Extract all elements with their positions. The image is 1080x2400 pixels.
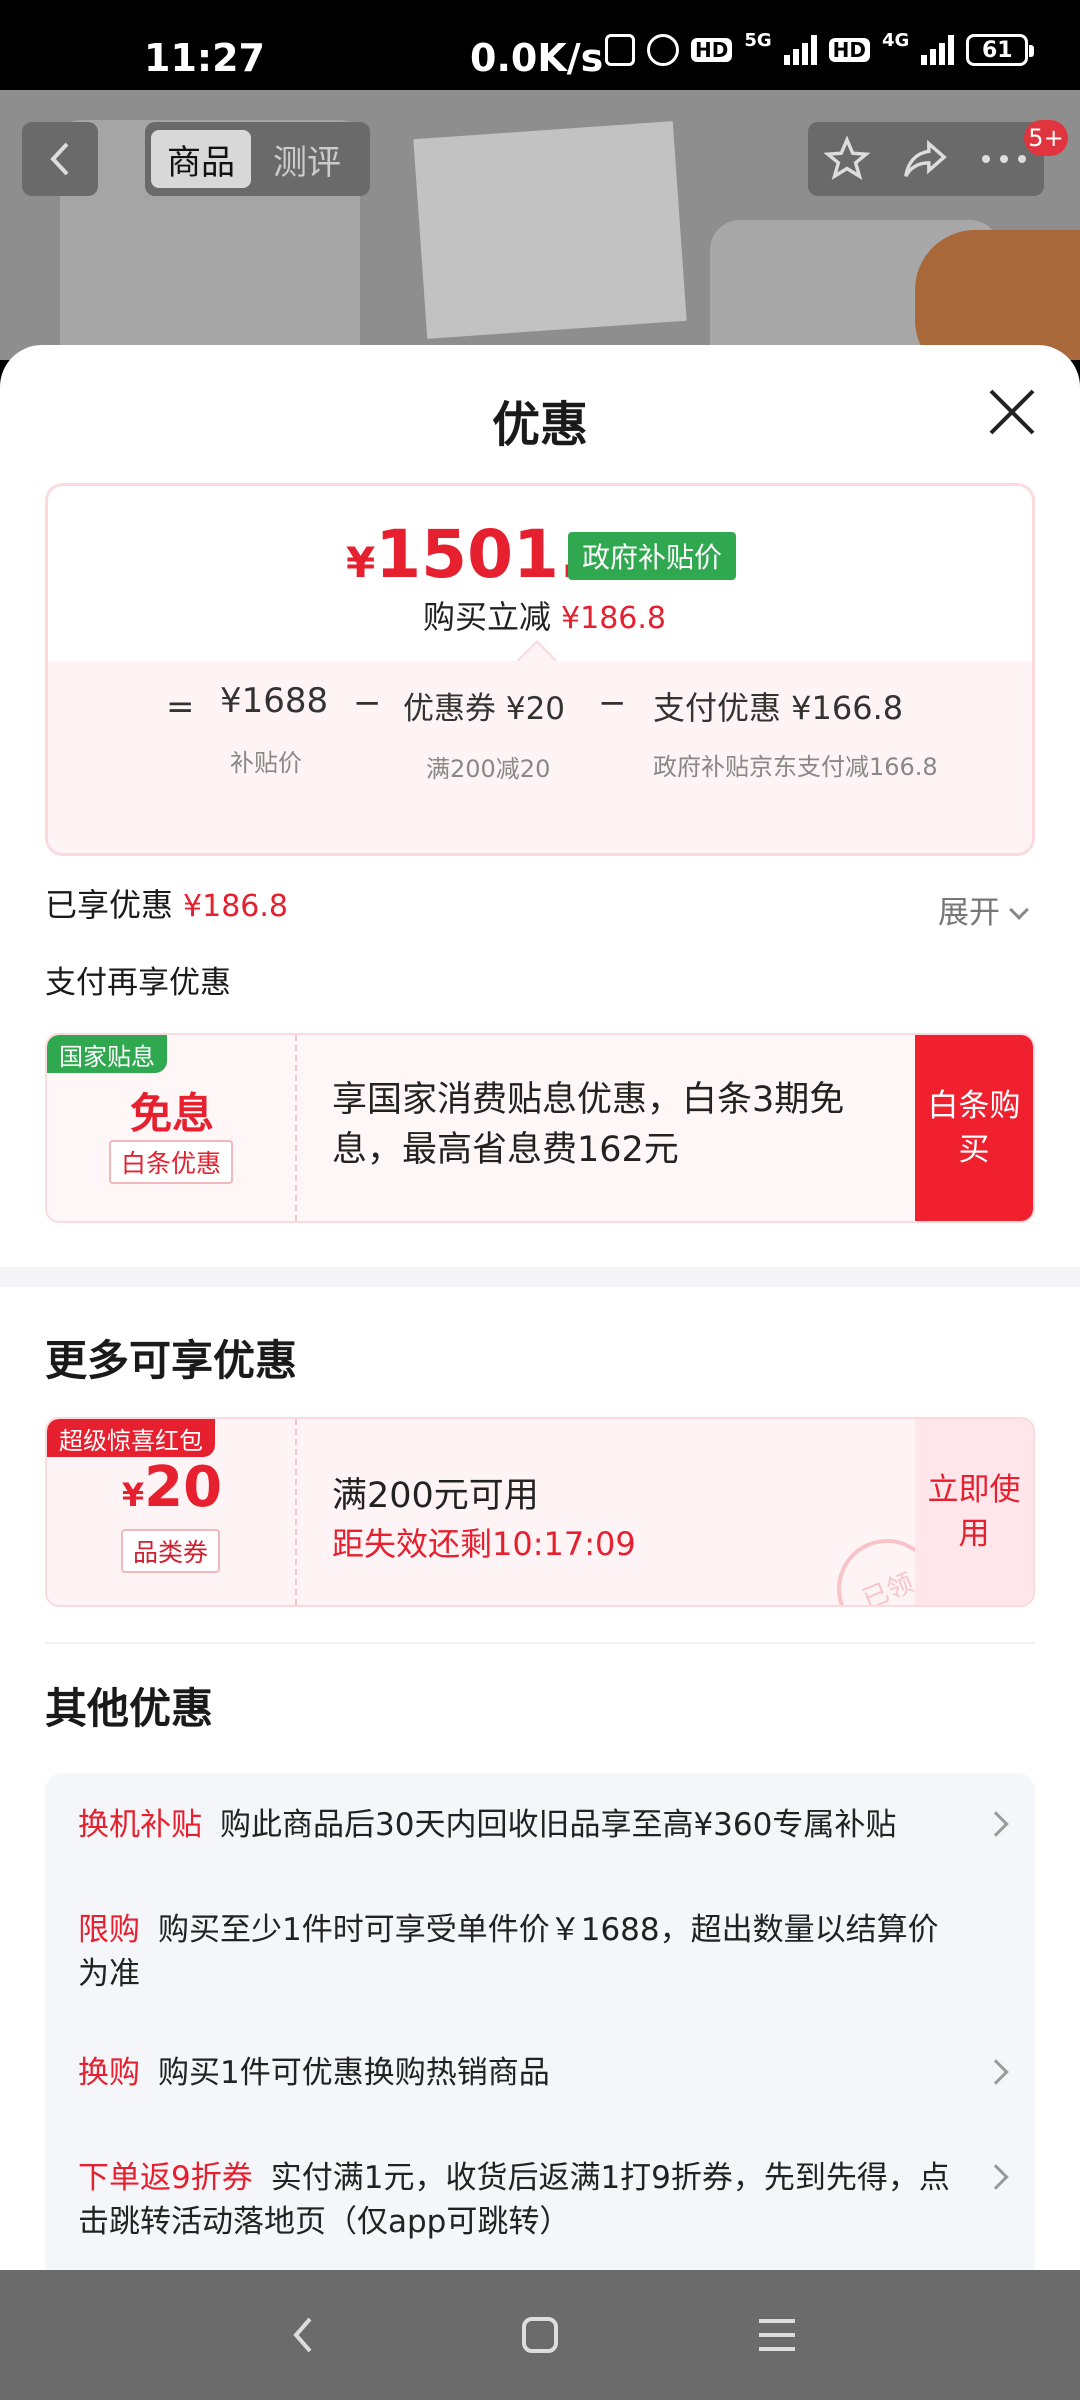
coupon-amount: ¥20 <box>47 1455 297 1520</box>
formula-subsidy-price: ¥1688 <box>220 681 329 721</box>
price-integer: 1501. <box>375 516 584 593</box>
national-subsidy-tag: 国家贴息 <box>47 1035 167 1073</box>
other-item-limit: 限购 购买至少1件时可享受单件价￥1688，超出数量以结算价为准 <box>78 1908 958 1996</box>
chevron-right-icon <box>983 2164 1009 2190</box>
alarm-icon <box>647 34 679 66</box>
red-packet-coupon: 超级惊喜红包 ¥20 品类券 满200元可用 距失效还剩10:17:09 已领 … <box>45 1417 1035 1607</box>
hd-icon: HD <box>691 38 733 62</box>
formula-op-minus-2: − <box>598 683 627 723</box>
saved-discount: 已享优惠 ¥186.8 <box>45 880 288 926</box>
star-icon[interactable] <box>823 136 870 182</box>
status-time: 11:27 <box>144 36 265 80</box>
nav-home-icon <box>522 2317 558 2353</box>
reduce-value: ¥186.8 <box>561 601 666 636</box>
nav-back-icon <box>293 2317 312 2353</box>
coupon-yen: ¥ <box>121 1476 145 1514</box>
price-yen: ¥ <box>346 538 376 587</box>
back-arrow-icon <box>50 142 69 176</box>
section-separator <box>0 1267 1080 1287</box>
tab-product[interactable]: 商品 <box>151 130 251 188</box>
network-4g-label: 4G <box>882 29 910 51</box>
promo-badge <box>915 230 1080 360</box>
nav-menu-icon <box>759 2319 795 2351</box>
network-5g-label: 5G <box>744 29 772 51</box>
message-badge: 5+ <box>1024 120 1068 156</box>
coupon-countdown: 距失效还剩10:17:09 <box>332 1525 636 1563</box>
category-coupon-tag: 品类券 <box>121 1529 221 1573</box>
nav-back-button[interactable] <box>268 2300 338 2370</box>
top-actions <box>808 122 1044 196</box>
formula-op-equals: = <box>166 687 195 727</box>
sheet-title: 优惠 <box>491 397 588 453</box>
close-icon[interactable] <box>985 385 1039 439</box>
other-item-key: 换购 <box>78 2055 140 2091</box>
baitiao-description: 享国家消费贴息优惠，白条3期免息，最高省息费162元 <box>332 1080 845 1170</box>
other-item-text: 购此商品后30天内回收旧品享至高¥360专属补贴 <box>220 1807 897 1843</box>
baitiao-card[interactable]: 国家贴息 免息 白条优惠 享国家消费贴息优惠，白条3期免息，最高省息费162元 … <box>45 1033 1035 1223</box>
gov-subsidy-tag: 政府补贴价 <box>568 532 737 580</box>
reduce-label: 购买立减 <box>423 598 552 636</box>
other-item-text: 购买至少1件时可享受单件价￥1688，超出数量以结算价为准 <box>78 1912 939 1992</box>
chevron-right-icon <box>983 1811 1009 1837</box>
formula-pay-note: 政府补贴京东支付减166.8 <box>653 753 938 781</box>
other-item-exchange[interactable]: 换购 购买1件可优惠换购热销商品 <box>78 2051 958 2095</box>
other-item-rebate-coupon[interactable]: 下单返9折券 实付满1元，收货后返满1打9折券，先到先得，点击跳转活动落地页（仅a… <box>78 2156 958 2244</box>
interest-free-headline: 免息 <box>129 1089 214 1138</box>
formula-pay-discount: 支付优惠 ¥166.8 <box>653 689 904 727</box>
product-tabs: 商品 测评 <box>145 122 370 196</box>
coupon-value: 20 <box>144 1455 223 1520</box>
more-icon[interactable] <box>980 153 1028 165</box>
price-formula: = ¥1688 补贴价 − 优惠券 ¥20 满200减20 − 支付优惠 ¥16… <box>48 661 1032 853</box>
formula-coupon: 优惠券 ¥20 <box>403 691 566 727</box>
formula-subsidy-note: 补贴价 <box>230 749 302 777</box>
expand-label: 展开 <box>938 895 1000 931</box>
status-icons: HD 5G HD 4G 61 <box>605 30 1035 66</box>
other-offers-title: 其他优惠 <box>45 1684 214 1733</box>
other-item-key: 下单返9折券 <box>78 2160 253 2196</box>
system-nav-bar <box>0 2270 1080 2400</box>
other-item-trade-in[interactable]: 换机补贴 购此商品后30天内回收旧品享至高¥360专属补贴 <box>78 1803 958 1847</box>
status-bar: 11:27 0.0K/s HD 5G HD 4G 61 <box>0 0 1080 90</box>
battery-icon: 61 <box>966 34 1035 66</box>
purchase-reduction: 购买立减 ¥186.8 <box>423 592 666 638</box>
signal-icon-2 <box>921 35 955 65</box>
saved-label: 已享优惠 <box>45 886 174 924</box>
divider <box>45 1642 1035 1644</box>
price-breakdown-card: ¥1501.2 政府补贴价 购买立减¥186.8 = ¥1688 补贴价 − 优… <box>45 483 1035 856</box>
other-item-key: 限购 <box>78 1912 140 1948</box>
net-speed: 0.0K/s <box>470 36 604 80</box>
other-item-key: 换机补贴 <box>78 1807 202 1843</box>
more-offers-title: 更多可享优惠 <box>45 1336 298 1385</box>
red-packet-tag: 超级惊喜红包 <box>47 1419 215 1457</box>
product-image-cards <box>413 121 687 339</box>
pay-again-title: 支付再享优惠 <box>45 965 231 1001</box>
price-top: ¥1501.2 政府补贴价 购买立减¥186.8 <box>48 486 1032 661</box>
hd-icon-2: HD <box>828 38 870 62</box>
saved-value: ¥186.8 <box>183 889 288 924</box>
formula-op-minus-1: − <box>353 683 382 723</box>
nfc-icon <box>605 34 635 66</box>
discount-sheet: 优惠 ¥1501.2 政府补贴价 购买立减¥186.8 = ¥1688 补贴价 … <box>0 345 1080 2270</box>
nav-home-button[interactable] <box>505 2300 575 2370</box>
baitiao-buy-button[interactable]: 白条购买 <box>915 1035 1033 1221</box>
chevron-down-icon <box>1009 900 1029 920</box>
formula-coupon-note: 满200减20 <box>426 755 551 783</box>
expand-button[interactable]: 展开 <box>938 887 1029 932</box>
baitiao-tag: 白条优惠 <box>109 1140 234 1184</box>
other-offers-list: 换机补贴 购此商品后30天内回收旧品享至高¥360专属补贴 限购 购买至少1件时可享… <box>45 1773 1035 2270</box>
other-item-text: 购买1件可优惠换购热销商品 <box>158 2055 550 2091</box>
signal-icon <box>783 35 817 65</box>
share-icon[interactable] <box>901 136 949 182</box>
coupon-condition: 满200元可用 <box>332 1476 539 1516</box>
tab-review[interactable]: 测评 <box>257 130 357 188</box>
back-button[interactable] <box>22 122 98 196</box>
chevron-right-icon <box>983 2059 1009 2085</box>
nav-menu-button[interactable] <box>742 2300 812 2370</box>
use-now-button[interactable]: 立即使用 <box>915 1419 1033 1605</box>
